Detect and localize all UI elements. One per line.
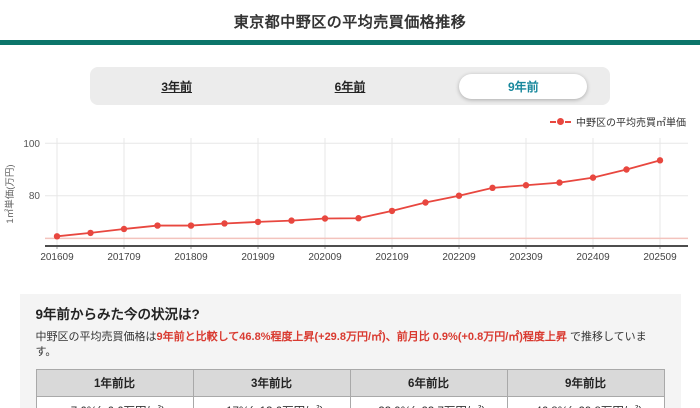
svg-text:201909: 201909 [241,252,275,263]
legend-item-nakano-series[interactable]: 中野区の平均売買㎡単価 [550,114,686,129]
col-header-3year: 3年前比 [193,369,350,396]
svg-text:201709: 201709 [107,252,141,263]
summary-desc-highlight: 9年前と比較して46.8%程度上昇(+29.8万円/㎡)、前月比 0.9%(+0… [157,331,567,343]
svg-text:201809: 201809 [174,252,208,263]
summary-desc-prefix: 中野区の平均売買価格は [36,331,157,343]
value-1year: +7.6%(+6.6万円/㎡) [36,396,193,408]
col-header-6year: 6年前比 [350,369,507,396]
page-title: 東京都中野区の平均売買価格推移 [0,11,700,32]
svg-text:201609: 201609 [40,252,74,263]
comparison-table: 1年前比 3年前比 6年前比 9年前比 +7.6%(+6.6万円/㎡) +17%… [36,369,665,408]
legend-dot-icon [557,118,564,125]
page-header: 東京都中野区の平均売買価格推移 [0,0,700,45]
svg-text:202309: 202309 [509,252,543,263]
svg-text:202409: 202409 [576,252,610,263]
summary-description: 中野区の平均売買価格は9年前と比較して46.8%程度上昇(+29.8万円/㎡)、… [36,330,665,360]
tab-6years[interactable]: 6年前 [263,67,436,105]
title-divider [0,40,700,45]
period-tab-bar: 3年前 6年前 9年前 [90,67,610,105]
comparison-table-value-row: +7.6%(+6.6万円/㎡) +17%(+13.6万円/㎡) +33.9%(+… [36,396,664,408]
tab-9years-active-pill: 9年前 [459,74,587,99]
tab-3years[interactable]: 3年前 [90,67,263,105]
legend-label: 中野区の平均売買㎡単価 [576,114,686,129]
tab-9years-label: 9年前 [508,78,539,95]
tab-3years-label: 3年前 [161,78,192,95]
chart-area: 201609 201709 201809 201909 202009 202109 2022… [0,132,700,277]
col-header-1year: 1年前比 [36,369,193,396]
value-9year: +46.8%(+29.8万円/㎡) [507,396,664,408]
svg-text:100: 100 [23,139,40,150]
tab-6years-label: 6年前 [335,78,366,95]
tab-9years[interactable]: 9年前 [437,67,610,105]
value-6year: +33.9%(+23.7万円/㎡) [350,396,507,408]
col-header-9year: 9年前比 [507,369,664,396]
price-trend-line-chart: 201609 201709 201809 201909 202009 202109 2022… [0,132,700,272]
summary-heading: 9年前からみた今の状況は? [36,303,665,323]
summary-panel: 9年前からみた今の状況は? 中野区の平均売買価格は9年前と比較して46.8%程度… [20,294,681,408]
comparison-table-header-row: 1年前比 3年前比 6年前比 9年前比 [36,369,664,396]
chart-legend: 中野区の平均売買㎡単価 [0,115,686,128]
legend-line-icon [565,121,571,123]
svg-text:80: 80 [29,191,41,202]
svg-text:202109: 202109 [375,252,409,263]
svg-text:202009: 202009 [308,252,342,263]
svg-text:202209: 202209 [442,252,476,263]
svg-text:1㎡単価(万円): 1㎡単価(万円) [4,164,16,223]
value-3year: +17%(+13.6万円/㎡) [193,396,350,408]
legend-line-icon [550,121,556,123]
svg-text:202509: 202509 [643,252,677,263]
